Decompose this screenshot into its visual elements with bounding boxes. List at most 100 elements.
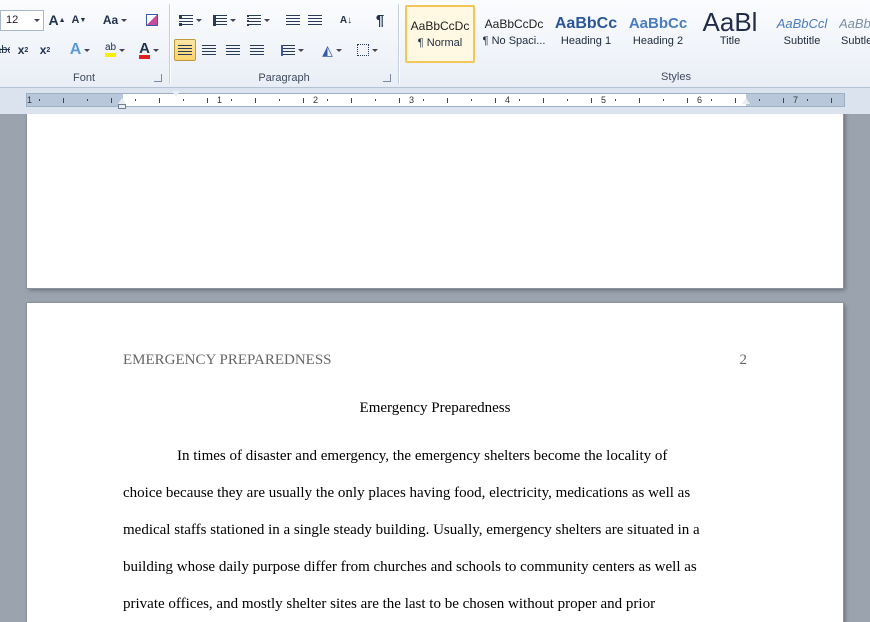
ruler-number: 4 xyxy=(505,95,511,105)
sort-icon: A↓ xyxy=(339,14,353,26)
borders-button[interactable] xyxy=(351,39,383,61)
style-normal[interactable]: AaBbCcDc ¶ Normal xyxy=(405,5,475,63)
strikethrough-button[interactable]: abc xyxy=(0,39,10,61)
running-head[interactable]: EMERGENCY PREPAREDNESS xyxy=(123,352,332,369)
style-preview: AaBbCcDc xyxy=(484,17,544,31)
justify-button[interactable] xyxy=(246,39,268,61)
page-number[interactable]: 2 xyxy=(740,352,748,369)
ruler-tick xyxy=(711,99,712,101)
eraser-icon xyxy=(146,14,158,26)
paragraph-group-label: Paragraph xyxy=(258,72,310,84)
highlight-icon: ab xyxy=(104,43,117,57)
highlight-button[interactable]: ab xyxy=(98,39,132,61)
document-title[interactable]: Emergency Preparedness xyxy=(27,400,843,417)
align-left-icon xyxy=(178,44,192,56)
ruler-tick xyxy=(591,98,592,103)
ruler-number: 3 xyxy=(409,95,415,105)
increase-indent-icon xyxy=(308,14,322,26)
document-canvas[interactable]: EMERGENCY PREPAREDNESS 2 Emergency Prepa… xyxy=(0,114,870,622)
ruler-tick xyxy=(615,99,616,101)
ruler-tick xyxy=(495,98,496,103)
style-no-spacing[interactable]: AaBbCcDc ¶ No Spaci... xyxy=(479,5,549,63)
align-center-button[interactable] xyxy=(198,39,220,61)
style-title[interactable]: AaBl Title xyxy=(695,5,765,63)
ruler-number: 5 xyxy=(601,95,607,105)
body-line[interactable]: private offices, and mostly shelter site… xyxy=(123,596,747,613)
style-preview: AaBbCc xyxy=(554,15,618,32)
ruler-tick xyxy=(111,98,112,103)
align-left-button[interactable] xyxy=(174,39,196,61)
style-name: Heading 2 xyxy=(632,35,684,47)
ruler-tick xyxy=(375,99,376,101)
style-preview: AaBl xyxy=(702,7,758,35)
sort-button[interactable]: A↓ xyxy=(335,9,357,31)
borders-icon xyxy=(356,44,369,56)
ruler-tick xyxy=(447,98,448,103)
ruler-tick xyxy=(759,99,760,101)
font-group-label: Font xyxy=(72,72,95,84)
paragraph-group: A↓ ¶ ◭ Paragraph xyxy=(171,0,397,88)
style-name: Heading 1 xyxy=(560,35,612,47)
first-line-indent-marker[interactable] xyxy=(172,91,180,97)
group-divider xyxy=(169,4,170,84)
multilevel-list-icon xyxy=(246,14,261,26)
align-center-icon xyxy=(202,44,216,56)
ribbon: 12 A▲ A▼ Aa abc x2 x2 A ab A Font A↓ ¶ ◭… xyxy=(0,0,870,88)
align-right-button[interactable] xyxy=(222,39,244,61)
show-formatting-button[interactable]: ¶ xyxy=(369,9,391,31)
font-group: 12 A▲ A▼ Aa abc x2 x2 A ab A Font xyxy=(0,0,168,88)
left-indent-marker[interactable] xyxy=(118,104,126,109)
ruler-tick xyxy=(543,98,544,103)
subscript-button[interactable]: x2 xyxy=(14,39,32,61)
ruler-number: 1 xyxy=(217,95,223,105)
ruler-tick xyxy=(303,98,304,103)
page-1[interactable] xyxy=(27,114,843,288)
ruler-number: 2 xyxy=(313,95,319,105)
clear-formatting-button[interactable] xyxy=(142,9,162,31)
ruler-tick xyxy=(735,98,736,103)
body-line[interactable]: building whose daily purpose differ from… xyxy=(123,559,747,576)
ruler-number: 7 xyxy=(793,95,799,105)
horizontal-ruler[interactable]: 1 1 2 3 4 5 6 7 xyxy=(0,88,870,114)
ruler-tick xyxy=(567,99,568,101)
style-heading-1[interactable]: AaBbCc Heading 1 xyxy=(551,5,621,63)
style-subtle-emphasis[interactable]: AaBbC Subtle xyxy=(839,5,870,63)
decrease-indent-button[interactable] xyxy=(283,9,303,31)
grow-font-button[interactable]: A ▲ xyxy=(48,9,66,31)
body-line[interactable]: In times of disaster and emergency, the … xyxy=(177,448,801,465)
ruler-bar[interactable]: 1 1 2 3 4 5 6 7 xyxy=(26,93,845,107)
ruler-tick xyxy=(831,98,832,103)
ruler-tick xyxy=(39,99,40,101)
line-spacing-button[interactable] xyxy=(277,39,307,61)
bullets-button[interactable] xyxy=(175,9,205,31)
change-case-button[interactable]: Aa xyxy=(100,9,130,31)
paragraph-dialog-launcher-icon[interactable] xyxy=(383,74,391,82)
increase-indent-button[interactable] xyxy=(305,9,325,31)
font-dialog-launcher-icon[interactable] xyxy=(154,74,162,82)
line-spacing-icon xyxy=(280,44,295,56)
superscript-icon: x xyxy=(39,43,47,57)
shading-button[interactable]: ◭ xyxy=(317,39,347,61)
strikethrough-icon: abc xyxy=(0,44,10,56)
text-effects-button[interactable]: A xyxy=(66,39,94,61)
ruler-tick xyxy=(135,99,136,101)
style-preview: AaBbCcDc xyxy=(410,19,470,33)
body-line[interactable]: medical staffs stationed in a single ste… xyxy=(123,522,747,539)
ruler-number: 1 xyxy=(27,95,33,105)
font-color-button[interactable]: A xyxy=(134,39,164,61)
style-name: Subtle xyxy=(841,35,870,47)
style-subtitle[interactable]: AaBbCcl Subtitle xyxy=(767,5,837,63)
shrink-font-button[interactable]: A ▼ xyxy=(70,9,88,31)
align-right-icon xyxy=(226,44,240,56)
multilevel-list-button[interactable] xyxy=(243,9,273,31)
ruler-tick xyxy=(471,99,472,101)
font-size-dropdown[interactable]: 12 xyxy=(0,10,44,31)
style-preview: AaBbC xyxy=(839,16,870,31)
numbering-button[interactable] xyxy=(209,9,239,31)
ruler-tick xyxy=(327,99,328,101)
right-indent-marker[interactable] xyxy=(742,98,750,104)
page-2[interactable]: EMERGENCY PREPAREDNESS 2 Emergency Prepa… xyxy=(27,303,843,622)
body-line[interactable]: choice because they are usually the only… xyxy=(123,485,747,502)
style-heading-2[interactable]: AaBbCc Heading 2 xyxy=(623,5,693,63)
superscript-button[interactable]: x2 xyxy=(36,39,54,61)
